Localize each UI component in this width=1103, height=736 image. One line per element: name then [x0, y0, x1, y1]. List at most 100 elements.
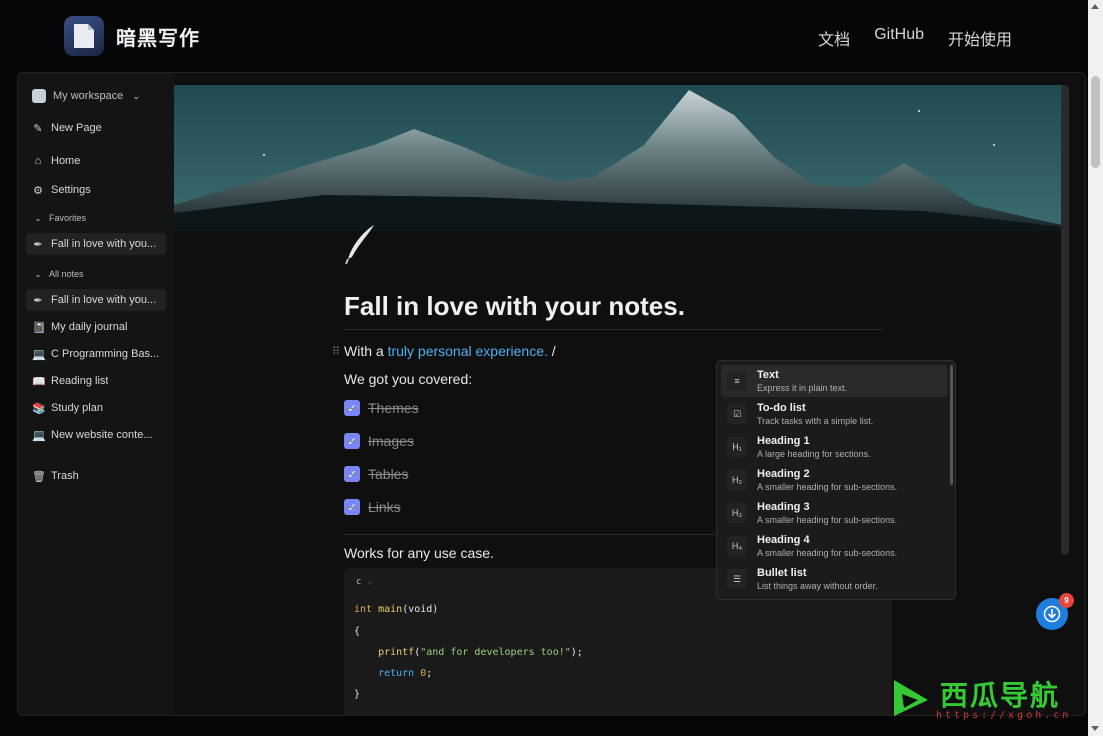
nav-get-started-link[interactable]: 开始使用 — [948, 26, 1012, 50]
site-nav: 文档 GitHub 开始使用 — [818, 26, 1012, 50]
menu-item-heading2[interactable]: H₂ Heading 2A smaller heading for sub-se… — [721, 464, 947, 496]
code-line: printf("and for developers too!"); — [354, 647, 583, 658]
note-item-label: C Programming Bas... — [51, 348, 160, 360]
home-icon: ⌂ — [34, 155, 42, 167]
chevron-down-icon: ⌄ — [34, 213, 42, 223]
app-window: My workspace ⌄ ✎ New Page ⌂ Home ⚙ Setti… — [17, 72, 1086, 716]
menu-item-title: Heading 1 — [757, 434, 810, 447]
favorites-label: Favorites — [49, 213, 87, 223]
download-icon — [1043, 605, 1061, 623]
code-line: { — [354, 626, 361, 637]
menu-item-desc: A smaller heading for sub-sections. — [757, 547, 898, 558]
checkbox-checked-icon[interactable]: ✓ — [344, 433, 360, 449]
site-header: 暗黑写作 文档 GitHub 开始使用 — [0, 0, 1088, 72]
code-line: int main(void) — [354, 604, 439, 615]
books-icon: 📚 — [32, 402, 46, 415]
page-scrollbar[interactable] — [1088, 0, 1103, 736]
new-page-button[interactable]: ✎ New Page — [26, 117, 166, 139]
todo-item[interactable]: ✓ Tables — [344, 466, 408, 482]
editor-main: Fall in love with your notes. ⠿ With a t… — [174, 73, 1085, 715]
note-item-label: My daily journal — [51, 321, 128, 333]
inline-link[interactable]: truly personal experience. — [388, 343, 548, 359]
sidebar-item-trash[interactable]: 🗑 Trash — [26, 465, 166, 487]
book-icon: 📖 — [32, 375, 46, 388]
title-divider — [344, 329, 884, 330]
checkbox-checked-icon[interactable]: ✓ — [344, 466, 360, 482]
todo-item[interactable]: ✓ Images — [344, 433, 414, 449]
note-item[interactable]: 📚 Study plan — [26, 397, 166, 419]
all-notes-section-toggle[interactable]: ⌄ All notes — [26, 266, 166, 282]
menu-item-todo[interactable]: ☑ To-do list Track tasks with a simple li… — [721, 398, 947, 430]
slash-command-menu: ≡ Text Express it in plain text. ☑ To-do … — [716, 360, 956, 600]
todo-item[interactable]: ✓ Links — [344, 499, 401, 515]
paragraph-line-1[interactable]: With a truly personal experience. / — [344, 343, 556, 359]
menu-item-desc: A large heading for sections. — [757, 448, 871, 459]
todo-label: Images — [368, 433, 414, 449]
feather-pen-icon[interactable] — [344, 223, 376, 270]
note-item-label: New website conte... — [51, 429, 153, 441]
workspace-avatar — [32, 89, 46, 103]
menu-item-heading4[interactable]: H₄ Heading 4A smaller heading for sub-se… — [721, 530, 947, 562]
code-line: } — [354, 689, 361, 700]
note-item[interactable]: ✒ Fall in love with you... — [26, 289, 166, 311]
menu-scrollbar[interactable] — [950, 365, 953, 485]
heading1-icon: H₁ — [727, 437, 747, 457]
workspace-name: My workspace — [53, 90, 124, 102]
sidebar-item-label: Home — [51, 155, 81, 167]
menu-item-heading1[interactable]: H₁ Heading 1A large heading for sections… — [721, 431, 947, 463]
scroll-down-arrow-icon[interactable] — [1091, 726, 1099, 731]
watermark-url: https://xgoh.cn — [936, 710, 1072, 721]
menu-item-heading3[interactable]: H₃ Heading 3A smaller heading for sub-se… — [721, 497, 947, 529]
sidebar-item-home[interactable]: ⌂ Home — [26, 150, 166, 172]
menu-item-title: Heading 4 — [757, 533, 810, 546]
todo-item[interactable]: ✓ Themes — [344, 400, 419, 416]
favorite-item[interactable]: ✒ Fall in love with you... — [26, 233, 166, 255]
heading4-icon: H₄ — [727, 536, 747, 556]
code-line: return 0; — [354, 668, 433, 679]
note-item[interactable]: 💻 C Programming Bas... — [26, 343, 166, 365]
nav-github-link[interactable]: GitHub — [874, 26, 924, 50]
chevron-down-icon: ⌄ — [34, 269, 42, 279]
sidebar-item-label: Trash — [51, 470, 79, 482]
page-scrollbar-thumb[interactable] — [1091, 76, 1100, 168]
watermark-text: 西瓜导航 — [940, 680, 1061, 711]
scroll-up-arrow-icon[interactable] — [1091, 4, 1099, 9]
menu-item-desc: A smaller heading for sub-sections. — [757, 514, 898, 525]
menu-item-bullet-list[interactable]: ☰ Bullet list List things away without or… — [721, 563, 947, 595]
paragraph-line-2[interactable]: We got you covered: — [344, 371, 472, 387]
favorite-item-label: Fall in love with you... — [51, 238, 157, 250]
menu-item-title: Heading 3 — [757, 500, 810, 513]
note-item-label: Reading list — [51, 375, 109, 387]
checkbox-checked-icon[interactable]: ✓ — [344, 499, 360, 515]
edit-icon: ✎ — [33, 122, 43, 135]
workspace-switcher[interactable]: My workspace ⌄ — [26, 85, 166, 107]
todo-label: Tables — [368, 466, 409, 482]
feather-icon: ✒ — [33, 238, 43, 251]
nav-docs-link[interactable]: 文档 — [818, 26, 850, 50]
checkbox-icon: ☑ — [727, 404, 747, 424]
chevron-down-icon: ⌄ — [367, 577, 373, 587]
notebook-icon: 📓 — [32, 321, 46, 334]
note-item[interactable]: 💻 New website conte... — [26, 424, 166, 446]
note-item[interactable]: 📓 My daily journal — [26, 316, 166, 338]
drag-handle-icon[interactable]: ⠿ — [332, 345, 340, 358]
note-item[interactable]: 📖 Reading list — [26, 370, 166, 392]
laptop-icon: 💻 — [32, 348, 46, 361]
menu-item-title: Text — [757, 368, 779, 381]
cover-image[interactable] — [174, 85, 1063, 231]
page-title[interactable]: Fall in love with your notes. — [344, 291, 685, 322]
logo-icon[interactable] — [64, 16, 104, 56]
site-title[interactable]: 暗黑写作 — [116, 22, 200, 51]
menu-item-desc: Express it in plain text. — [757, 382, 848, 393]
editor-scrollbar[interactable] — [1061, 85, 1069, 555]
notification-badge: 9 — [1059, 593, 1074, 608]
menu-item-title: Heading 2 — [757, 467, 810, 480]
sidebar-item-settings[interactable]: ⚙ Settings — [26, 179, 166, 201]
menu-item-text[interactable]: ≡ Text Express it in plain text. — [721, 365, 947, 397]
checkbox-checked-icon[interactable]: ✓ — [344, 400, 360, 416]
favorites-section-toggle[interactable]: ⌄ Favorites — [26, 210, 166, 226]
note-item-label: Fall in love with you... — [51, 294, 157, 306]
menu-item-title: To-do list — [757, 401, 806, 414]
paragraph-line-3[interactable]: Works for any use case. — [344, 545, 494, 561]
code-language-select[interactable]: c ⌄ — [356, 577, 373, 587]
